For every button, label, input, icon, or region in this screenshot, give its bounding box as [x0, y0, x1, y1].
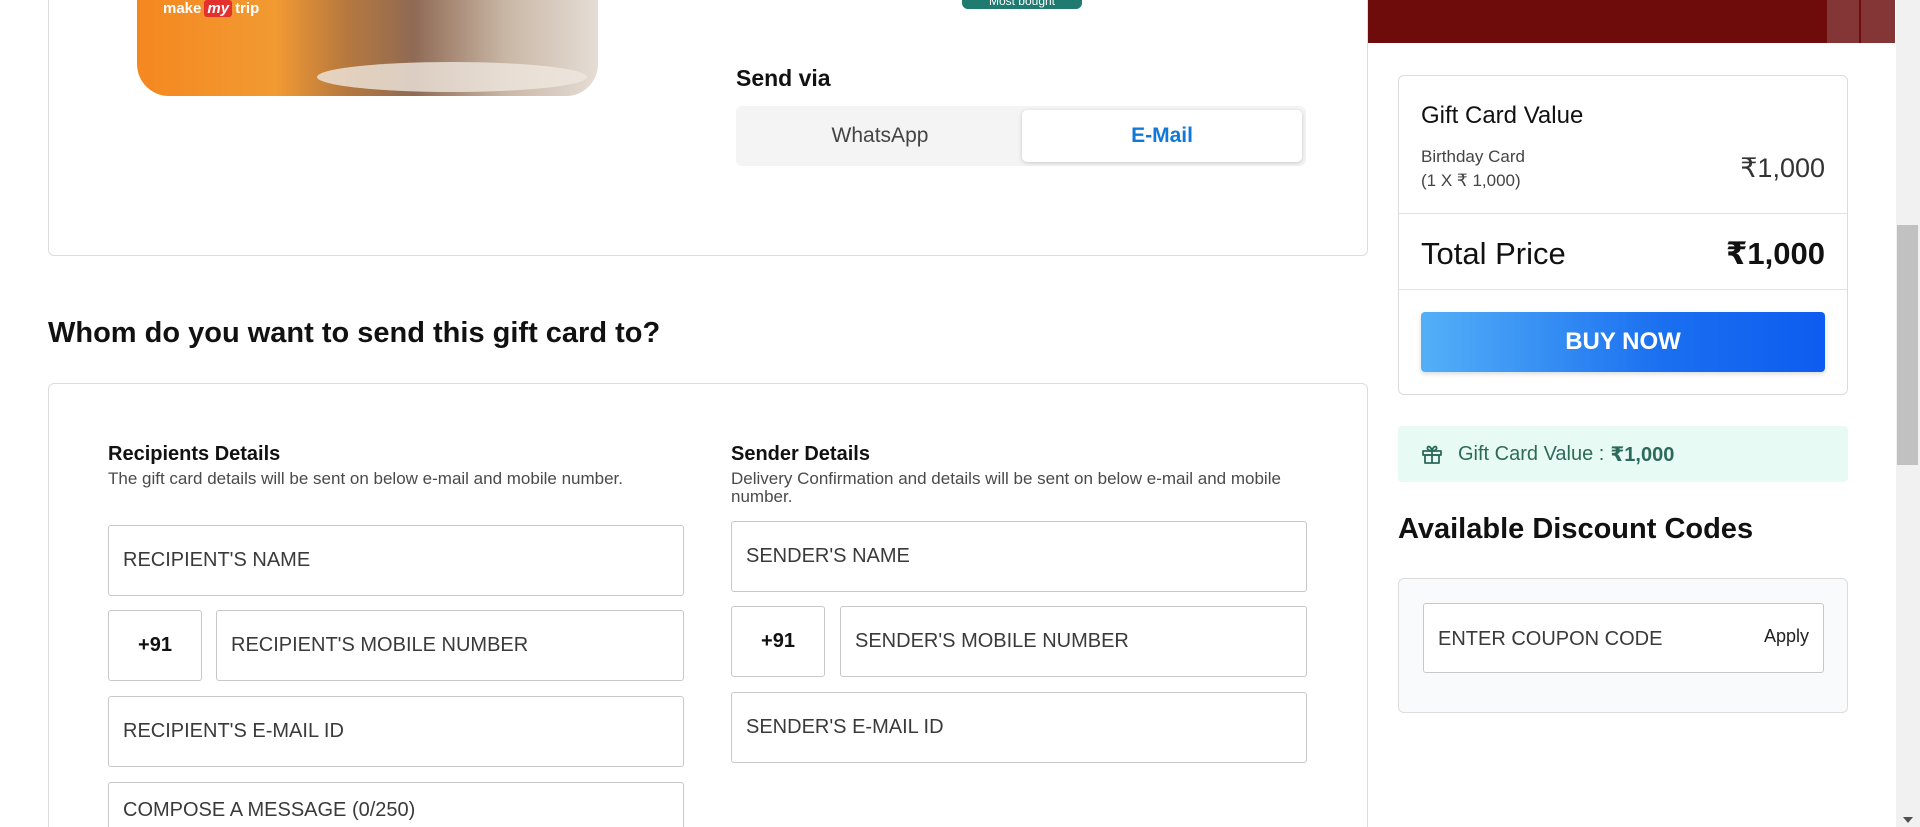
- summary-item-value: ₹1,000: [1740, 153, 1825, 183]
- buy-now-button[interactable]: BUY NOW: [1421, 312, 1825, 372]
- sender-details-subtitle: Delivery Confirmation and details will b…: [731, 469, 1281, 506]
- send-via-toggle: WhatsApp E-Mail: [736, 106, 1306, 166]
- gift-value-label: Gift Card Value :: [1458, 442, 1605, 465]
- recipient-mobile-input[interactable]: [231, 634, 683, 657]
- header-band-edge: [1827, 0, 1895, 43]
- image-plate-decoration: [317, 62, 587, 92]
- gift-icon: [1422, 445, 1442, 464]
- gift-value-amount: ₹1,000: [1610, 443, 1675, 466]
- recipients-details-title: Recipients Details: [108, 443, 281, 465]
- sender-mobile-field[interactable]: [840, 606, 1307, 677]
- message-field[interactable]: [108, 782, 684, 827]
- page-scrollbar[interactable]: [1896, 0, 1920, 827]
- send-via-whatsapp-option[interactable]: WhatsApp: [740, 110, 1020, 162]
- summary-divider: [1399, 213, 1847, 214]
- sender-details-title: Sender Details: [731, 443, 870, 465]
- gift-value-strip: Gift Card Value : ₹1,000: [1398, 426, 1848, 482]
- recipients-details-subtitle: The gift card details will be sent on be…: [108, 469, 623, 488]
- gift-card-image: make my trip: [137, 0, 598, 96]
- total-price-label: Total Price: [1421, 236, 1566, 271]
- recipient-section-heading: Whom do you want to send this gift card …: [48, 317, 661, 349]
- recipient-name-input[interactable]: [123, 549, 683, 572]
- sender-name-input[interactable]: [746, 545, 1306, 568]
- coupon-panel: ENTER COUPON CODE Apply: [1398, 578, 1848, 713]
- sender-country-code[interactable]: +91: [731, 606, 825, 677]
- recipient-name-field[interactable]: [108, 525, 684, 596]
- brand-logo: make my trip: [163, 0, 259, 17]
- brand-logo-my: my: [204, 0, 233, 17]
- discount-codes-title: Available Discount Codes: [1398, 513, 1754, 545]
- brand-logo-trip: trip: [235, 0, 260, 17]
- sender-email-field[interactable]: [731, 692, 1307, 763]
- header-band: [1367, 0, 1895, 43]
- coupon-field[interactable]: ENTER COUPON CODE Apply: [1423, 603, 1824, 673]
- recipient-email-input[interactable]: [123, 720, 683, 743]
- sender-mobile-input[interactable]: [855, 630, 1306, 653]
- coupon-input[interactable]: ENTER COUPON CODE: [1438, 628, 1662, 651]
- apply-coupon-button[interactable]: Apply: [1764, 626, 1809, 647]
- summary-item-name: Birthday Card: [1421, 147, 1525, 166]
- summary-title: Gift Card Value: [1421, 102, 1584, 129]
- brand-logo-make: make: [163, 0, 202, 17]
- summary-divider: [1399, 289, 1847, 290]
- scroll-down-arrow-icon[interactable]: [1903, 817, 1913, 823]
- most-bought-badge: Most bought: [962, 0, 1082, 9]
- sender-email-input[interactable]: [746, 716, 1306, 739]
- total-price-value: ₹1,000: [1725, 236, 1825, 271]
- scrollbar-thumb[interactable]: [1897, 225, 1918, 465]
- checkout-page: make my trip Most bought Send via WhatsApp…: [0, 0, 1920, 827]
- header-band-divider: [1859, 0, 1861, 43]
- summary-item-detail: (1 X ₹ 1,000): [1421, 171, 1521, 190]
- sender-name-field[interactable]: [731, 521, 1307, 592]
- order-summary-card: Gift Card Value Birthday Card (1 X ₹ 1,0…: [1398, 75, 1848, 395]
- recipient-email-field[interactable]: [108, 696, 684, 767]
- send-via-email-option[interactable]: E-Mail: [1022, 110, 1302, 162]
- recipient-country-code[interactable]: +91: [108, 610, 202, 681]
- send-via-label: Send via: [736, 65, 831, 91]
- message-input[interactable]: [123, 799, 683, 822]
- recipient-mobile-field[interactable]: [216, 610, 684, 681]
